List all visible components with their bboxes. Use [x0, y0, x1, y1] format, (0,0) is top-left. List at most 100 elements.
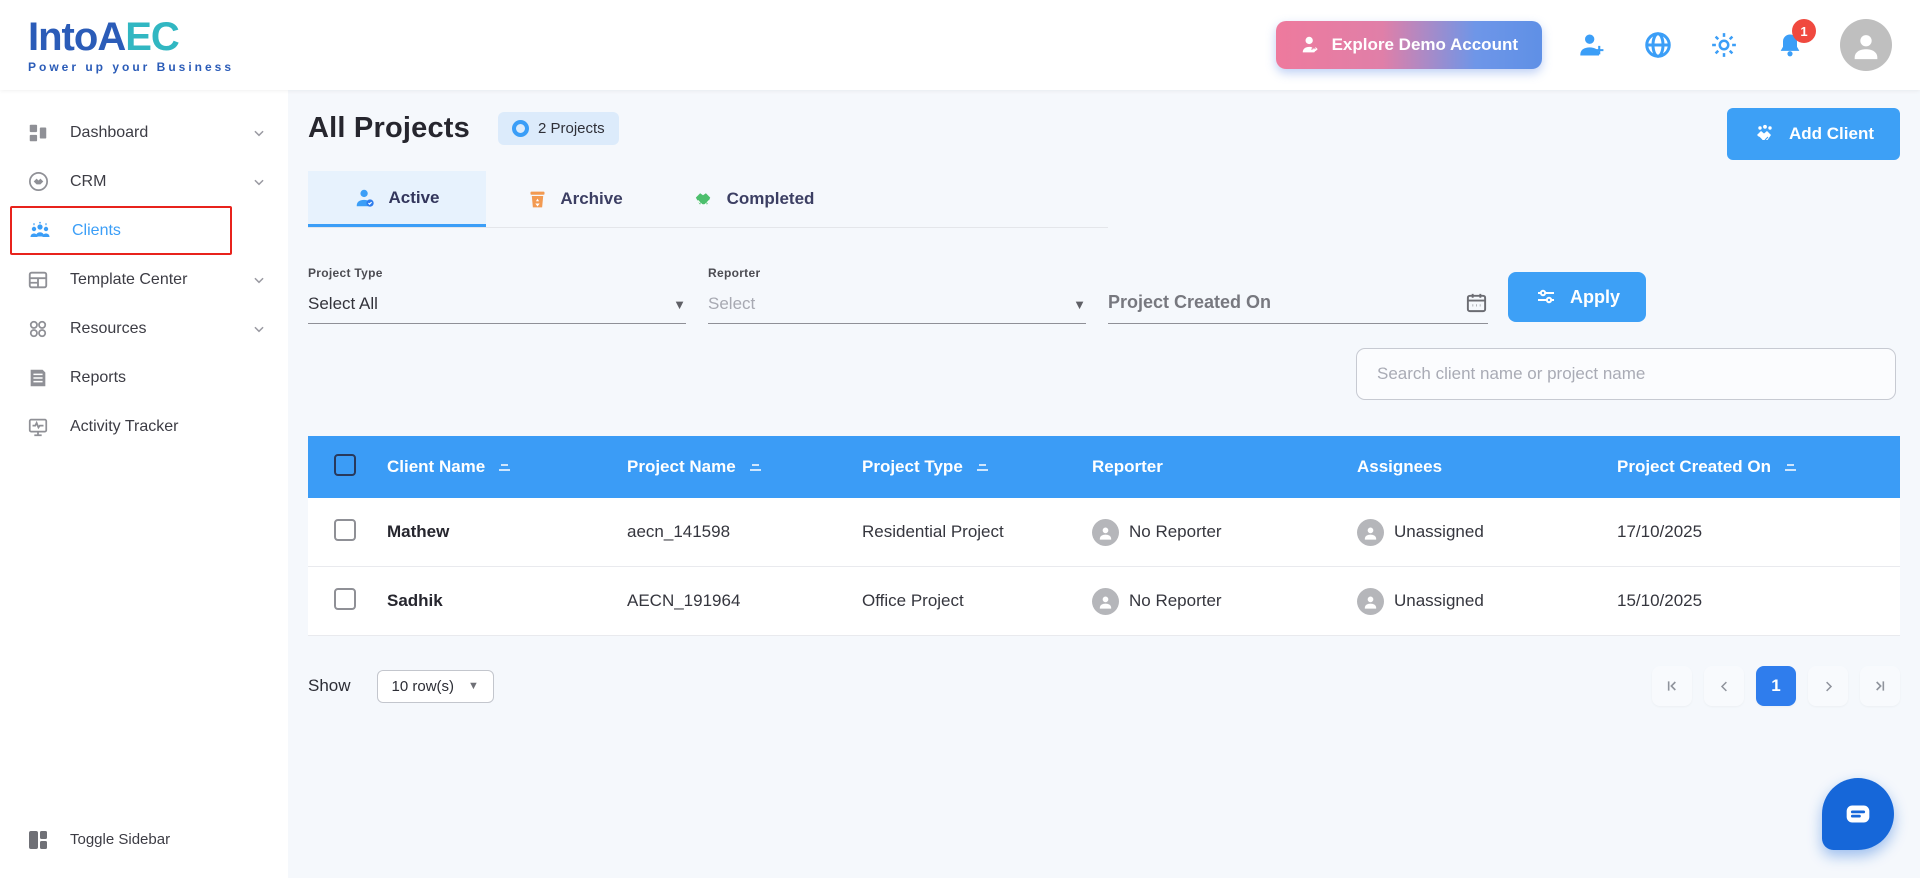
apply-button[interactable]: Apply [1508, 272, 1647, 322]
reporter-text: No Reporter [1129, 522, 1222, 541]
sidebar-item-dashboard[interactable]: Dashboard [0, 108, 288, 157]
row-checkbox[interactable] [334, 587, 356, 610]
add-client-button[interactable]: Add Client [1727, 108, 1900, 160]
column-label: Reporter [1092, 457, 1163, 476]
project-type-select[interactable]: Select All ▼ [308, 294, 686, 324]
column-assignees[interactable]: Assignees [1342, 457, 1602, 477]
toggle-sidebar-icon [26, 828, 50, 852]
tab-label: Completed [726, 189, 815, 208]
projects-count-label: 2 Projects [537, 120, 605, 137]
rows-per-page-select[interactable]: 10 row(s) ▼ [376, 669, 494, 703]
template-center-icon [26, 268, 50, 292]
gear-icon [1709, 30, 1739, 60]
cell-reporter: No Reporter [1077, 587, 1342, 615]
cell-project-type: Residential Project [862, 522, 1004, 541]
reporter-label: Reporter [708, 266, 761, 280]
assignees-text: Unassigned [1394, 591, 1484, 610]
cell-assignees: Unassigned [1342, 518, 1602, 546]
avatar-icon [1092, 587, 1119, 615]
add-user-button[interactable] [1576, 29, 1608, 61]
cell-project-name: AECN_191964 [627, 591, 741, 610]
reporter-text: No Reporter [1129, 591, 1222, 610]
project-type-label: Project Type [308, 266, 383, 280]
row-checkbox[interactable] [334, 518, 356, 541]
handshake-icon [1753, 122, 1777, 146]
sidebar-item-resources[interactable]: Resources [0, 304, 288, 353]
created-on-datepicker[interactable]: Project Created On [1108, 291, 1488, 324]
project-type-filter: Project Type Select All ▼ [308, 266, 686, 324]
explore-demo-account-button[interactable]: Explore Demo Account [1275, 21, 1542, 69]
sidebar: Dashboard CRM Clients Template Center Re… [0, 90, 288, 878]
avatar-icon [1357, 587, 1384, 615]
settings-button[interactable] [1708, 29, 1740, 61]
column-project-name[interactable]: Project Name [612, 457, 847, 477]
projects-count-badge: 2 Projects [497, 112, 619, 145]
sidebar-item-crm[interactable]: CRM [0, 157, 288, 206]
top-header: IntoAEC Power up your Business Explore D… [0, 0, 1920, 90]
pagination: 1 [1652, 666, 1900, 706]
column-project-type[interactable]: Project Type [847, 457, 1077, 477]
reports-icon [26, 366, 50, 390]
reporter-select[interactable]: Select ▼ [708, 294, 1086, 324]
person-add-icon [1578, 31, 1606, 59]
profile-avatar[interactable] [1840, 19, 1892, 71]
previous-page-button[interactable] [1704, 666, 1744, 706]
logo-ec: EC [125, 15, 180, 59]
cell-created-on: 17/10/2025 [1617, 522, 1703, 541]
column-project-created-on[interactable]: Project Created On [1602, 457, 1900, 477]
cell-reporter: No Reporter [1077, 518, 1342, 546]
crm-icon [26, 170, 50, 194]
column-reporter[interactable]: Reporter [1077, 457, 1342, 477]
sidebar-item-label: Clients [72, 221, 121, 239]
sort-icon[interactable] [975, 461, 990, 473]
chat-icon [1841, 797, 1875, 831]
table-row[interactable]: Sadhik AECN_191964 Office Project No Rep… [308, 567, 1900, 636]
person-check-icon [354, 187, 376, 209]
dropdown-caret-icon: ▼ [673, 296, 686, 312]
sidebar-item-label: Template Center [70, 270, 188, 288]
table-row[interactable]: Mathew aecn_141598 Residential Project N… [308, 498, 1900, 567]
tab-label: Active [388, 187, 440, 207]
last-page-button[interactable] [1860, 666, 1900, 706]
column-label: Project Name [627, 457, 736, 476]
created-on-placeholder: Project Created On [1108, 292, 1272, 312]
sort-icon[interactable] [1783, 461, 1798, 473]
toggle-sidebar-button[interactable]: Toggle Sidebar [0, 815, 288, 864]
add-client-label: Add Client [1789, 124, 1874, 143]
chat-widget-button[interactable] [1822, 778, 1894, 850]
sort-icon[interactable] [497, 461, 512, 473]
sidebar-item-template-center[interactable]: Template Center [0, 255, 288, 304]
created-on-filter: Project Created On [1108, 291, 1488, 324]
next-page-button[interactable] [1808, 666, 1848, 706]
tab-label: Archive [560, 189, 623, 208]
app-window: IntoAEC Power up your Business Explore D… [0, 0, 1920, 878]
page-1-button[interactable]: 1 [1756, 666, 1796, 706]
column-label: Client Name [387, 457, 486, 476]
tab-archive[interactable]: Archive [486, 171, 664, 227]
tab-completed[interactable]: Completed [664, 171, 842, 227]
column-label: Project Created On [1617, 457, 1771, 476]
sidebar-item-activity-tracker[interactable]: Activity Tracker [0, 402, 288, 451]
page-title: All Projects [308, 112, 470, 144]
select-all-checkbox[interactable] [334, 453, 356, 476]
notifications-button[interactable]: 1 [1774, 19, 1816, 61]
first-page-button[interactable] [1652, 666, 1692, 706]
language-button[interactable] [1642, 29, 1674, 61]
tab-bar: Active Archive Completed [308, 171, 1108, 228]
tab-active[interactable]: Active [308, 171, 486, 227]
logo-a: A [97, 15, 126, 59]
explore-demo-account-label: Explore Demo Account [1331, 35, 1518, 54]
sidebar-item-clients[interactable]: Clients [10, 206, 232, 255]
column-client-name[interactable]: Client Name [372, 457, 612, 477]
dashboard-icon [26, 121, 50, 145]
archive-trash-icon [527, 189, 548, 210]
activity-tracker-icon [26, 415, 50, 439]
sort-icon[interactable] [748, 461, 763, 473]
sidebar-item-reports[interactable]: Reports [0, 353, 288, 402]
project-type-value: Select All [308, 294, 378, 313]
dropdown-caret-icon: ▼ [468, 680, 479, 692]
cell-assignees: Unassigned [1342, 587, 1602, 615]
search-input[interactable] [1356, 348, 1896, 400]
calendar-icon [1465, 291, 1488, 314]
table-footer: Show 10 row(s) ▼ 1 [308, 666, 1900, 706]
